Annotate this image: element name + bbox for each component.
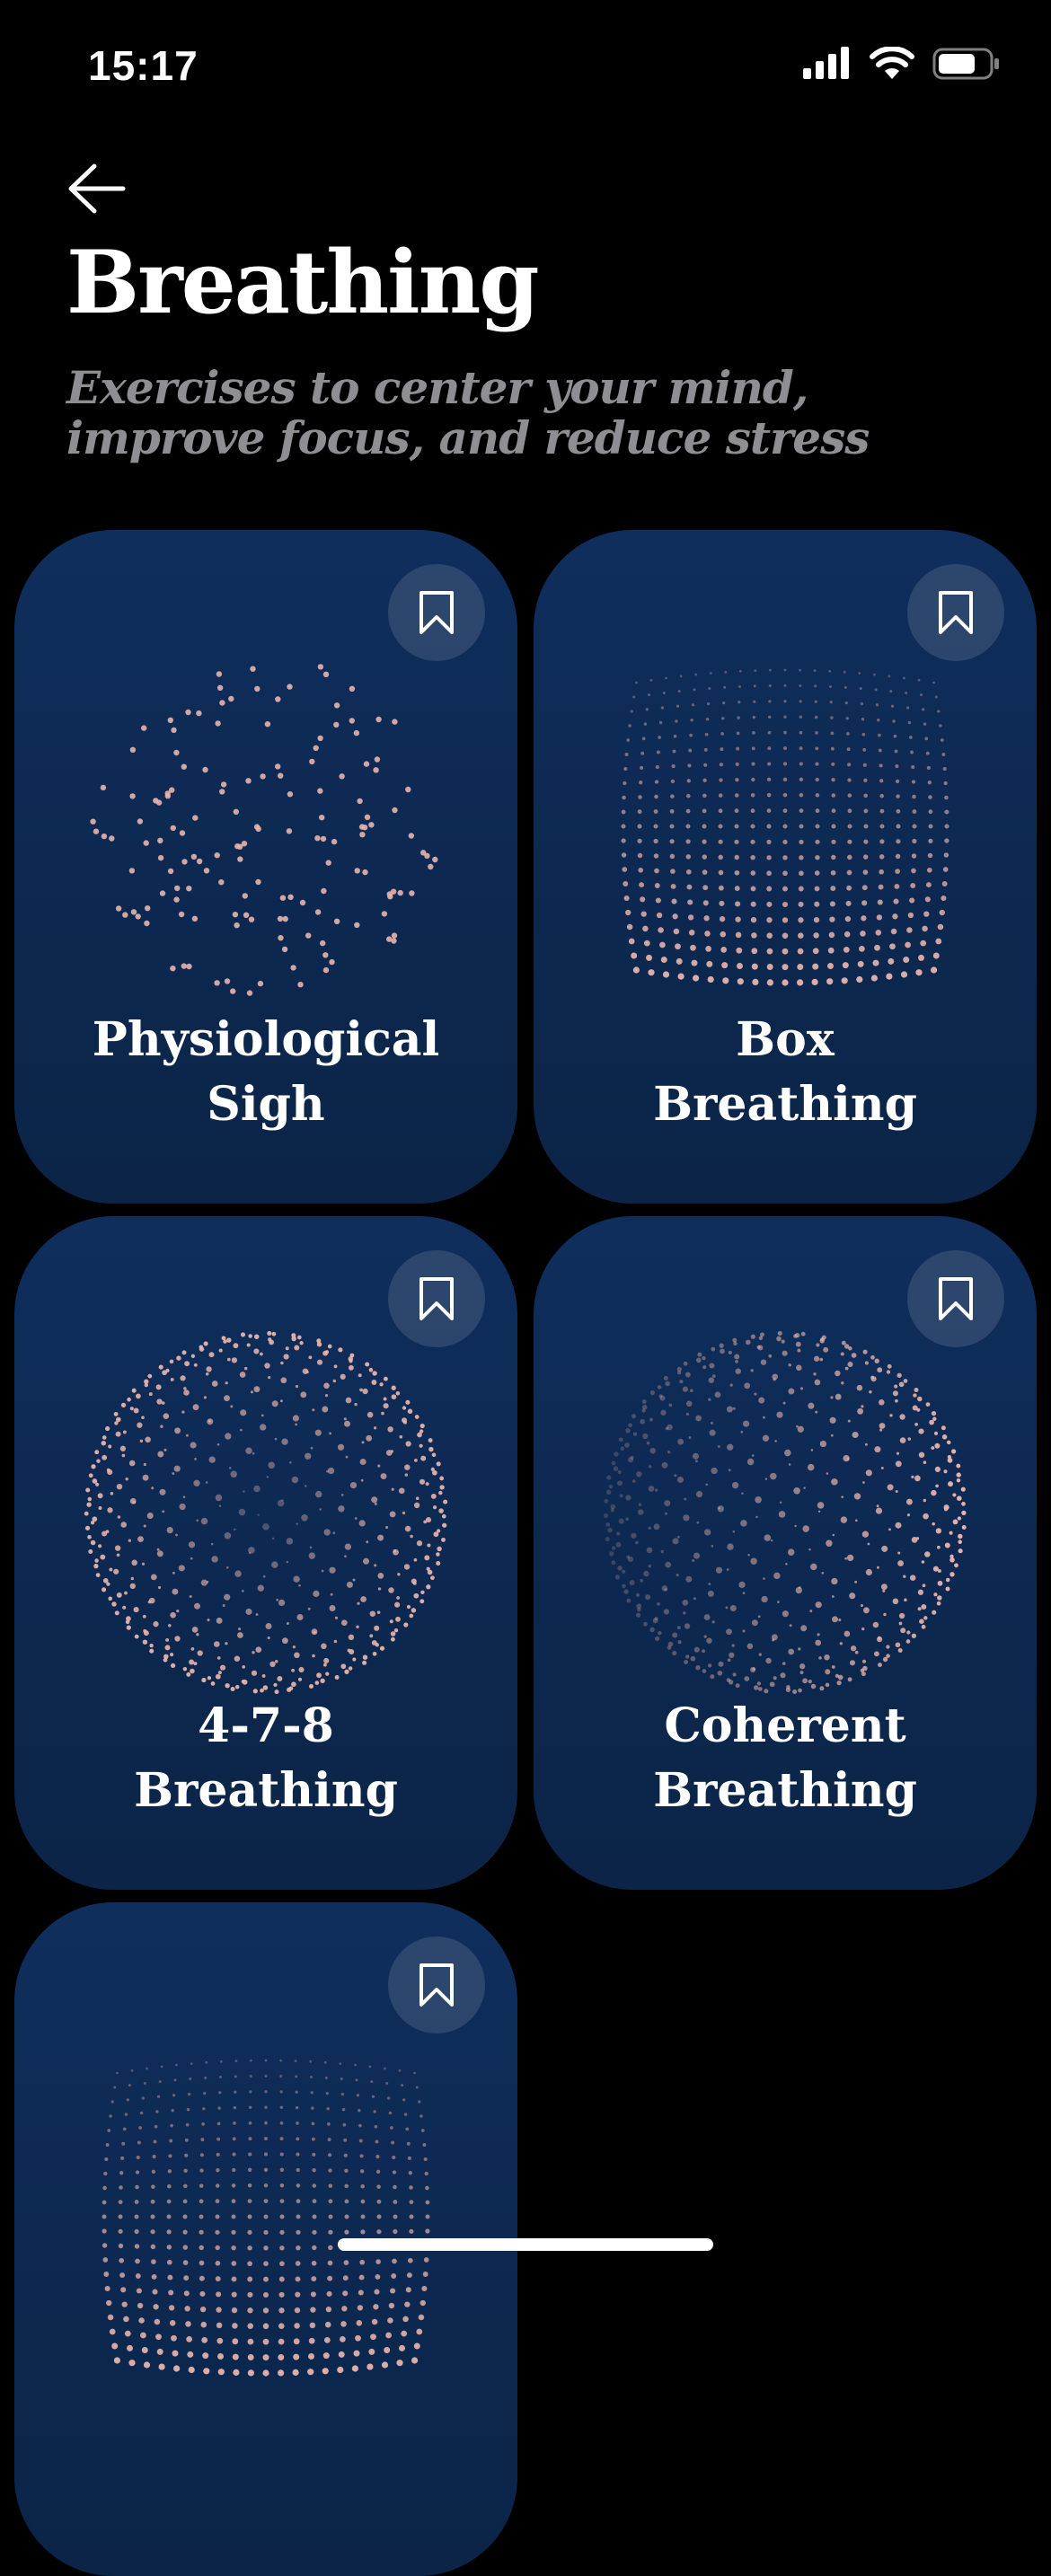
page-subtitle: Exercises to center your mind, improve f… [66,361,870,464]
card-title: Physiological Sigh [92,1012,440,1132]
battery-icon [932,48,999,80]
home-indicator[interactable] [338,2238,713,2251]
card-4-7-8-breathing[interactable]: 4-7-8 Breathing [14,1216,517,1890]
status-time: 15:17 [88,42,199,89]
card-physiological-sigh[interactable]: Physiological Sigh [14,530,517,1204]
dot-sphere-graphic [90,664,438,996]
page-title: Breathing [66,232,540,333]
dot-sphere-graphic [84,1330,448,1695]
back-button[interactable] [61,153,133,225]
signal-icon [803,47,849,79]
card-title: Box Breathing [653,1012,917,1132]
dot-sphere-graphic [603,1330,967,1695]
card-coherent-breathing[interactable]: Coherent Breathing [534,1216,1037,1890]
status-icons [801,47,1001,81]
arrow-left-icon [68,163,126,214]
card-title: Coherent Breathing [653,1698,917,1818]
dot-grid-graphic [102,2059,430,2377]
wifi-icon [870,47,914,79]
card-box-breathing[interactable]: Box Breathing [534,530,1037,1204]
status-bar: 15:17 [0,0,1051,135]
dot-grid-graphic [621,668,949,986]
card-title: 4-7-8 Breathing [134,1698,398,1818]
bookmark-icon [420,1963,454,2007]
